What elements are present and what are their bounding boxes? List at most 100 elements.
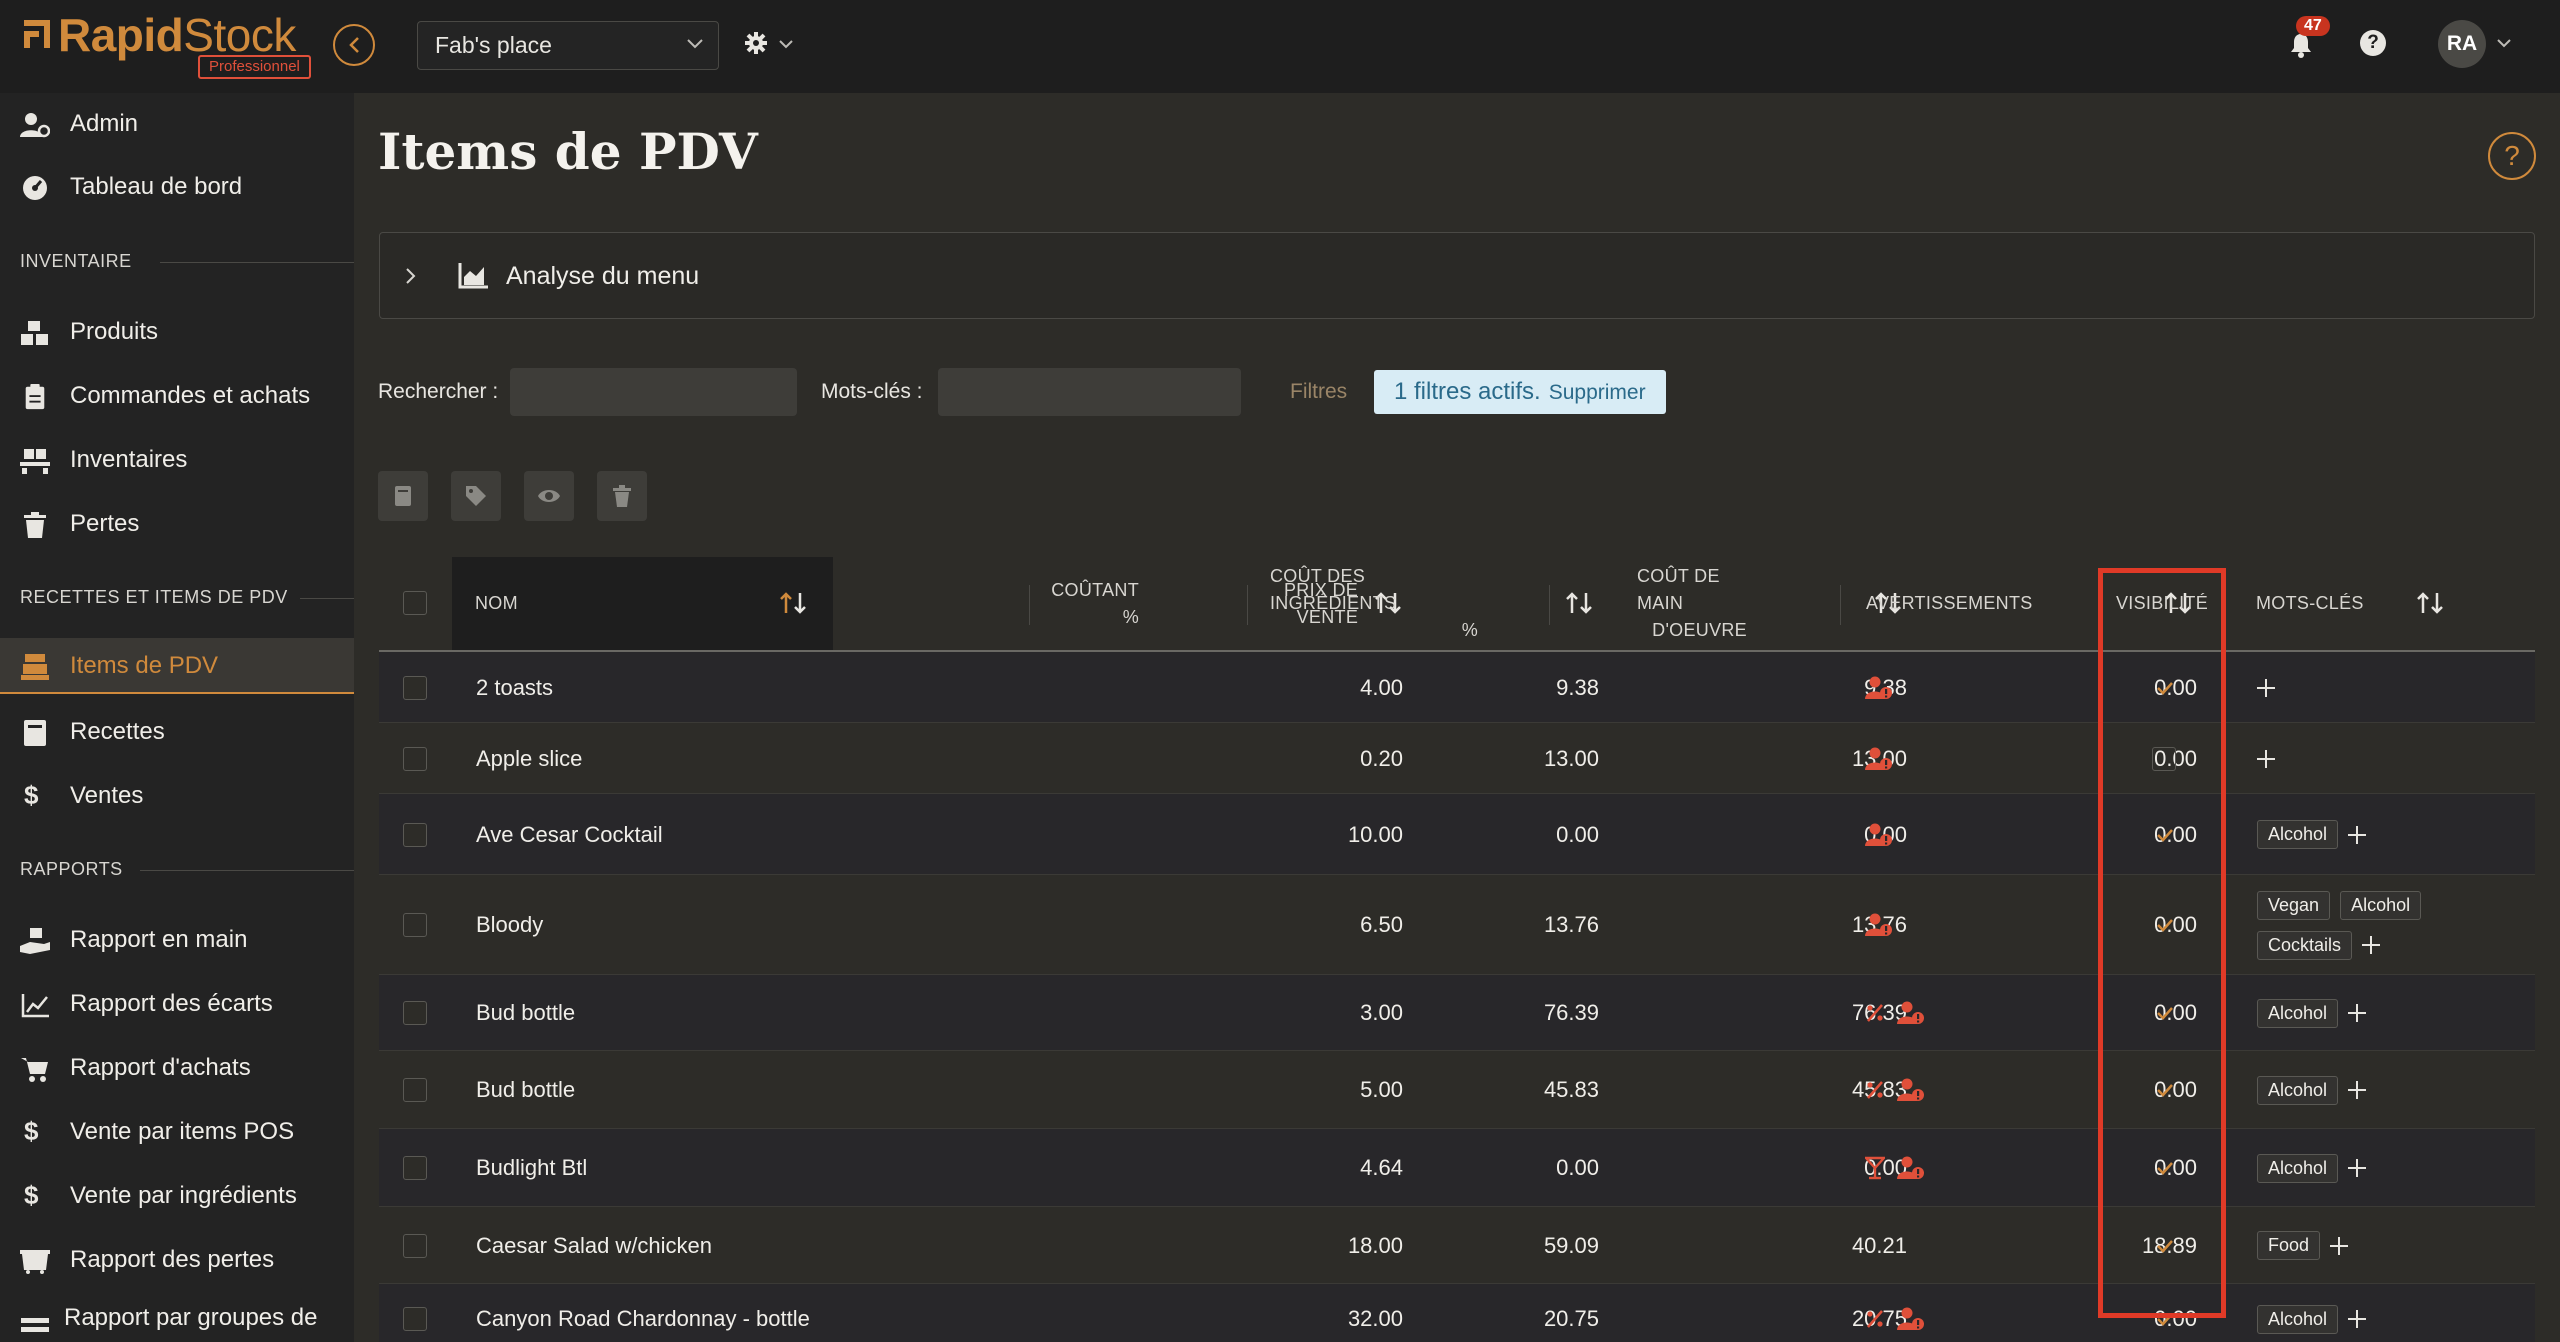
sidebar-item-items-de-pdv[interactable]: Items de PDV [0,638,354,694]
keywords-cell [2257,668,2477,708]
bulk-delete-button[interactable] [597,471,647,521]
sidebar-item-ventes[interactable]: $ Ventes [0,768,354,824]
keyword-tag[interactable]: Alcohol [2257,1153,2339,1183]
keywords-cell: Alcohol [2257,815,2477,855]
keywords-input[interactable] [938,368,1241,416]
user-alert-icon[interactable] [1865,747,1893,777]
page-help-button[interactable]: ? [2488,132,2536,180]
add-keyword-icon[interactable] [2348,1310,2367,1328]
row-checkbox[interactable] [403,1001,427,1025]
keyword-tag[interactable]: Alcohol [2257,1304,2339,1334]
menu-analysis-panel[interactable]: Analyse du menu [379,232,2535,319]
notification-count-badge: 47 [2296,16,2330,36]
chevron-down-icon[interactable] [2496,38,2512,48]
boxes-icon [21,321,48,345]
keyword-tag[interactable]: Cocktails [2257,930,2353,960]
add-keyword-icon[interactable] [2257,749,2275,768]
row-checkbox[interactable] [403,746,427,771]
keywords-cell: Alcohol [2257,1070,2477,1110]
filters-link[interactable]: Filtres [1290,380,1347,404]
sidebar-item-recettes[interactable]: Recettes [0,704,354,760]
clipboard-icon [25,384,45,410]
cell-name[interactable]: Ave Cesar Cocktail [476,822,663,848]
keyword-tag[interactable]: Food [2257,1231,2321,1260]
row-checkbox[interactable] [403,1307,427,1331]
select-all-checkbox[interactable] [403,591,427,615]
sidebar-item-rapport-en-main[interactable]: Rapport en main [0,912,354,968]
area-chart-icon [458,263,488,289]
collapse-sidebar-button[interactable] [333,24,375,66]
row-checkbox[interactable] [403,913,427,937]
venue-select[interactable]: Fab's place [417,21,719,70]
keyword-tag[interactable]: Alcohol [2340,890,2422,920]
rapidstock-logo[interactable]: RapidStock Professionnel [22,8,322,80]
column-cost-percent[interactable]: COÛTANT% [1029,557,1592,650]
row-checkbox[interactable] [403,822,427,847]
row-checkbox[interactable] [403,1156,427,1180]
bulk-visibility-button[interactable] [524,471,574,521]
keyword-tag[interactable]: Alcohol [2257,820,2339,849]
cell-name[interactable]: Bud bottle [476,1000,575,1026]
user-alert-icon[interactable] [1865,676,1893,706]
active-filters-badge: 1 filtres actifs. Supprimer [1374,370,1666,414]
cell-name[interactable]: Bloody [476,912,543,938]
user-alert-icon[interactable] [1897,1156,1925,1186]
add-keyword-icon[interactable] [2362,936,2381,954]
bulk-tags-button[interactable] [451,471,501,521]
search-input[interactable] [510,368,797,416]
sidebar-item-admin[interactable]: Admin [0,96,354,152]
clear-filters-link[interactable]: Supprimer [1549,381,1646,404]
sidebar-item-commandes[interactable]: Commandes et achats [0,368,354,424]
sidebar-item-produits[interactable]: Produits [0,304,354,360]
sidebar-item-inventaires[interactable]: Inventaires [0,432,354,488]
user-alert-icon[interactable] [1865,823,1893,853]
keywords-cell: Alcohol [2257,1299,2477,1339]
section-recettes: RECETTES ET ITEMS DE PDV [0,583,354,613]
cell-name[interactable]: 2 toasts [476,675,553,701]
sidebar-item-rapport-ecarts[interactable]: Rapport des écarts [0,976,354,1032]
search-label: Rechercher : [378,380,499,403]
add-keyword-icon[interactable] [2348,825,2367,844]
row-checkbox[interactable] [403,675,427,700]
keyword-tag[interactable]: Vegan [2257,890,2331,920]
add-keyword-icon[interactable] [2348,1159,2367,1177]
sidebar-item-vente-ingredients[interactable]: $ Vente par ingrédients [0,1168,354,1224]
sidebar-item-vente-items-pos[interactable]: $ Vente par items POS [0,1104,354,1160]
sidebar-item-dashboard[interactable]: Tableau de bord [0,159,354,215]
user-alert-icon[interactable] [1897,1001,1925,1031]
sidebar-item-rapport-achats[interactable]: Rapport d'achats [0,1040,354,1096]
keyword-tag[interactable]: Alcohol [2257,1075,2339,1105]
percent-icon[interactable] [1865,1309,1885,1335]
percent-icon[interactable] [1865,1003,1885,1029]
sidebar-item-rapport-pertes[interactable]: Rapport des pertes [0,1232,354,1288]
cell-name[interactable]: Budlight Btl [476,1155,587,1181]
cell-name[interactable]: Bud bottle [476,1077,575,1103]
add-keyword-icon[interactable] [2348,1081,2367,1099]
bulk-recipe-button[interactable] [378,471,428,521]
user-alert-icon[interactable] [1865,913,1893,943]
user-alert-icon[interactable] [1897,1078,1925,1108]
sidebar-item-pertes[interactable]: Pertes [0,496,354,552]
add-keyword-icon[interactable] [2330,1236,2349,1255]
row-checkbox[interactable] [403,1078,427,1102]
add-keyword-icon[interactable] [2348,1004,2367,1022]
sidebar-item-rapport-groupes[interactable]: Rapport par groupes de [0,1296,354,1342]
user-alert-icon[interactable] [1897,1307,1925,1337]
cell-ingredients: 45.83 [1851,1077,1907,1102]
book-icon [24,720,46,746]
percent-icon[interactable] [1865,1080,1885,1106]
dashboard-icon [23,176,47,200]
row-checkbox[interactable] [403,1233,427,1258]
cocktail-icon[interactable] [1863,1156,1887,1186]
column-name[interactable]: NOM [452,557,833,650]
user-avatar[interactable]: RA [2438,20,2486,68]
column-warnings[interactable]: AVERTISSEMENTS [1840,557,2443,650]
cell-name[interactable]: Canyon Road Chardonnay - bottle [476,1306,810,1332]
help-icon[interactable]: ? [2360,30,2386,56]
cell-name[interactable]: Apple slice [476,746,582,772]
add-keyword-icon[interactable] [2257,678,2275,697]
warnings-cell [1865,823,1905,853]
settings-menu-button[interactable] [744,31,796,59]
cell-name[interactable]: Caesar Salad w/chicken [476,1233,712,1259]
keyword-tag[interactable]: Alcohol [2257,998,2339,1028]
